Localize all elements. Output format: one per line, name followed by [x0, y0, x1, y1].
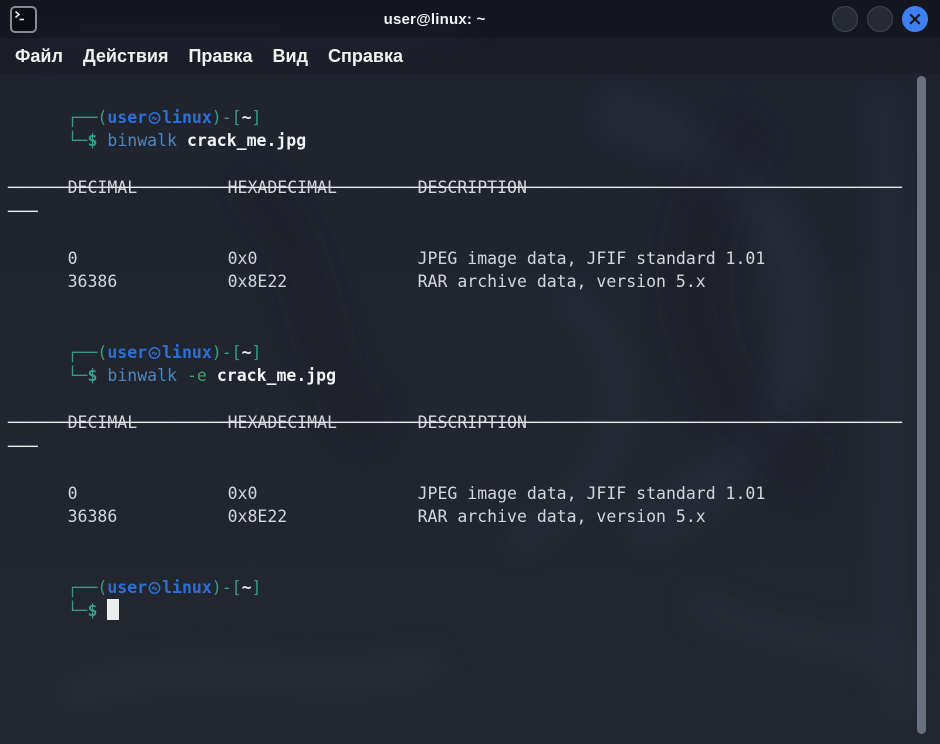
prompt-frame-mid: )-[ [212, 578, 242, 597]
prompt-frame-bottom: └─ [68, 601, 88, 620]
prompt-line-top: ┌──(userlinux)-[~] [8, 552, 940, 576]
table-separator: ────────────────────────────────────────… [8, 176, 940, 200]
scrollbar[interactable] [917, 76, 926, 734]
menubar: Файл Действия Правка Вид Справка [0, 38, 940, 74]
table-separator-wrap: ─── [8, 200, 940, 224]
window-title: user@linux: ~ [37, 11, 832, 28]
prompt-line-top: ┌──(userlinux)-[~] [8, 82, 940, 106]
menu-item-view[interactable]: Вид [263, 43, 319, 70]
cell-hexadecimal: 0x0 [228, 482, 418, 506]
table-separator-wrap: ─── [8, 435, 940, 459]
table-header-row: DECIMALHEXADECIMALDESCRIPTION [8, 153, 940, 177]
menu-item-help[interactable]: Справка [318, 43, 413, 70]
prompt-symbol: $ [87, 366, 97, 385]
titlebar: user@linux: ~ × [0, 0, 940, 38]
cell-hexadecimal: 0x8E22 [228, 505, 418, 529]
prompt-line-top: ┌──(userlinux)-[~] [8, 317, 940, 341]
prompt-frame-close: ] [252, 108, 262, 127]
minimize-button[interactable] [832, 6, 858, 32]
command-program: binwalk [107, 131, 177, 150]
prompt-frame-mid: )-[ [212, 343, 242, 362]
cell-description: JPEG image data, JFIF standard 1.01 [418, 484, 766, 503]
menu-item-actions[interactable]: Действия [73, 43, 179, 70]
blank-line [8, 294, 940, 318]
cell-decimal: 36386 [68, 270, 228, 294]
cell-description: RAR archive data, version 5.x [418, 272, 706, 291]
terminal-window: user@linux: ~ × Файл Действия Правка Вид… [0, 0, 940, 744]
maximize-button[interactable] [867, 6, 893, 32]
table-row: 00x0JPEG image data, JFIF standard 1.01 [8, 458, 940, 482]
cell-hexadecimal: 0x0 [228, 247, 418, 271]
prompt-symbol: $ [87, 131, 97, 150]
prompt-frame-close: ] [252, 578, 262, 597]
terminal-cursor [107, 599, 119, 620]
terminal-screen[interactable]: ┌──(userlinux)-[~] └─$binwalkcrack_me.jp… [0, 74, 940, 744]
prompt-frame: ┌──( [68, 578, 108, 597]
command-option: -e [187, 366, 207, 385]
prompt-frame-bottom: └─ [68, 366, 88, 385]
cell-description: RAR archive data, version 5.x [418, 507, 706, 526]
prompt-frame-bottom: └─ [68, 131, 88, 150]
prompt-host: linux [162, 343, 212, 362]
prompt-symbol: $ [87, 601, 97, 620]
prompt-path: ~ [242, 108, 252, 127]
menu-item-file[interactable]: Файл [5, 43, 73, 70]
prompt-host: linux [162, 108, 212, 127]
command-program: binwalk [107, 366, 177, 385]
prompt-frame: ┌──( [68, 343, 108, 362]
blank-line [8, 529, 940, 553]
close-button[interactable]: × [902, 6, 928, 32]
prompt-user: user [107, 108, 147, 127]
prompt-host: linux [162, 578, 212, 597]
cell-decimal: 36386 [68, 505, 228, 529]
prompt-user: user [107, 578, 147, 597]
command-argument: crack_me.jpg [217, 366, 336, 385]
cell-decimal: 0 [68, 247, 228, 271]
prompt-user: user [107, 343, 147, 362]
circled-at-icon [148, 111, 161, 125]
command-argument: crack_me.jpg [187, 131, 306, 150]
prompt-path: ~ [242, 578, 252, 597]
cell-decimal: 0 [68, 482, 228, 506]
prompt-frame-mid: )-[ [212, 108, 242, 127]
prompt-frame-close: ] [252, 343, 262, 362]
circled-at-icon [148, 581, 161, 595]
circled-at-icon [148, 346, 161, 360]
prompt-path: ~ [242, 343, 252, 362]
cell-description: JPEG image data, JFIF standard 1.01 [418, 249, 766, 268]
menu-item-edit[interactable]: Правка [178, 43, 262, 70]
table-separator: ────────────────────────────────────────… [8, 411, 940, 435]
close-icon: × [907, 10, 923, 29]
window-controls: × [832, 6, 928, 32]
prompt-frame: ┌──( [68, 108, 108, 127]
table-row: 00x0JPEG image data, JFIF standard 1.01 [8, 223, 940, 247]
table-header-row: DECIMALHEXADECIMALDESCRIPTION [8, 388, 940, 412]
terminal-icon [10, 6, 37, 33]
cell-hexadecimal: 0x8E22 [228, 270, 418, 294]
